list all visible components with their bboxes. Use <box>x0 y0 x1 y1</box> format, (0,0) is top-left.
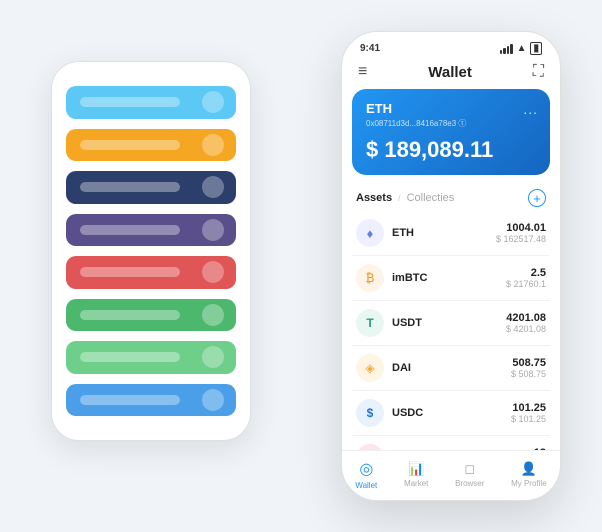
table-row[interactable]: ◈ DAI 508.75 $ 508.75 <box>352 346 550 391</box>
expand-icon[interactable]: ⛶ <box>533 63 544 81</box>
table-row[interactable]: T USDT 4201.08 $ 4201.08 <box>352 301 550 346</box>
card-label <box>80 395 180 405</box>
asset-name: ETH <box>392 227 496 239</box>
nav-label-profile: My Profile <box>511 479 547 488</box>
add-asset-button[interactable]: + <box>528 189 546 207</box>
card-icon <box>202 304 224 326</box>
asset-amount: 2.5 <box>506 267 546 279</box>
asset-usd: $ 101.25 <box>511 414 546 424</box>
nav-label-market: Market <box>404 479 428 488</box>
balance-address: 0x08711d3d...8416a78e3 ⓣ <box>366 118 536 129</box>
nav-item-profile[interactable]: 👤 My Profile <box>511 461 547 488</box>
balance-token: ETH <box>366 101 536 116</box>
page-title: Wallet <box>428 64 472 81</box>
card-icon <box>202 219 224 241</box>
tabs-left: Assets / Collecties <box>356 192 454 204</box>
status-bar: 9:41 ▲ ▮ <box>342 32 560 59</box>
list-item[interactable] <box>66 384 236 417</box>
phone-header: ≡ Wallet ⛶ <box>342 59 560 89</box>
asset-values: 1004.01 $ 162517.48 <box>496 222 546 244</box>
list-item[interactable] <box>66 214 236 247</box>
wifi-icon: ▲ <box>517 43 527 54</box>
asset-usd: $ 162517.48 <box>496 234 546 244</box>
card-label <box>80 182 180 192</box>
list-item[interactable] <box>66 129 236 162</box>
asset-name: USDT <box>392 317 506 329</box>
usdt-icon: T <box>356 309 384 337</box>
asset-amount: 101.25 <box>511 402 546 414</box>
eth-icon: ♦ <box>356 219 384 247</box>
tab-collecties[interactable]: Collecties <box>407 192 455 204</box>
card-icon <box>202 176 224 198</box>
table-row[interactable]: $ USDC 101.25 $ 101.25 <box>352 391 550 436</box>
signal-icon <box>500 44 513 54</box>
card-label <box>80 140 180 150</box>
list-item[interactable] <box>66 171 236 204</box>
asset-amount: 508.75 <box>511 357 546 369</box>
imbtc-icon: ₿ <box>356 264 384 292</box>
card-label <box>80 352 180 362</box>
asset-name: USDC <box>392 407 511 419</box>
market-nav-icon: 📊 <box>408 461 424 477</box>
asset-values: 101.25 $ 101.25 <box>511 402 546 424</box>
asset-values: 4201.08 $ 4201.08 <box>506 312 546 334</box>
list-item[interactable] <box>66 299 236 332</box>
dai-icon: ◈ <box>356 354 384 382</box>
balance-card[interactable]: ... ETH 0x08711d3d...8416a78e3 ⓣ $ 189,0… <box>352 89 550 175</box>
card-icon <box>202 261 224 283</box>
nav-item-market[interactable]: 📊 Market <box>404 461 428 488</box>
card-label <box>80 225 180 235</box>
asset-values: 2.5 $ 21760.1 <box>506 267 546 289</box>
clock: 9:41 <box>360 43 380 54</box>
profile-nav-icon: 👤 <box>521 461 537 477</box>
main-phone: 9:41 ▲ ▮ ≡ Wallet ⛶ ... ETH 0x08711d3d.. <box>341 31 561 501</box>
tab-divider: / <box>398 193 401 203</box>
card-icon <box>202 389 224 411</box>
scene: 9:41 ▲ ▮ ≡ Wallet ⛶ ... ETH 0x08711d3d.. <box>21 21 581 511</box>
nav-item-wallet[interactable]: ◎ Wallet <box>355 459 377 490</box>
nav-item-browser[interactable]: ◻ Browser <box>455 461 484 488</box>
asset-name: imBTC <box>392 272 506 284</box>
card-label <box>80 310 180 320</box>
asset-amount: 4201.08 <box>506 312 546 324</box>
balance-card-menu[interactable]: ... <box>523 101 538 117</box>
list-item[interactable] <box>66 256 236 289</box>
table-row[interactable]: ♦ ETH 1004.01 $ 162517.48 <box>352 211 550 256</box>
card-icon <box>202 134 224 156</box>
tab-assets[interactable]: Assets <box>356 192 392 204</box>
back-phone <box>51 61 251 441</box>
nav-label-browser: Browser <box>455 479 484 488</box>
balance-amount: $ 189,089.11 <box>366 137 536 163</box>
card-icon <box>202 346 224 368</box>
status-icons: ▲ ▮ <box>500 42 542 55</box>
card-label <box>80 97 180 107</box>
menu-icon[interactable]: ≡ <box>358 63 367 81</box>
usdc-icon: $ <box>356 399 384 427</box>
assets-tabs: Assets / Collecties + <box>342 185 560 211</box>
asset-amount: 1004.01 <box>496 222 546 234</box>
table-row[interactable]: ₿ imBTC 2.5 $ 21760.1 <box>352 256 550 301</box>
asset-list: ♦ ETH 1004.01 $ 162517.48 ₿ imBTC 2.5 $ … <box>342 211 560 450</box>
asset-usd: $ 21760.1 <box>506 279 546 289</box>
list-item[interactable] <box>66 86 236 119</box>
nav-label-wallet: Wallet <box>355 481 377 490</box>
list-item[interactable] <box>66 341 236 374</box>
browser-nav-icon: ◻ <box>464 461 475 477</box>
asset-name: DAI <box>392 362 511 374</box>
asset-usd: $ 508.75 <box>511 369 546 379</box>
battery-icon: ▮ <box>530 42 542 55</box>
card-label <box>80 267 180 277</box>
table-row[interactable]: 🐦 TFT 13 0 <box>352 436 550 450</box>
asset-usd: $ 4201.08 <box>506 324 546 334</box>
asset-values: 508.75 $ 508.75 <box>511 357 546 379</box>
bottom-nav: ◎ Wallet 📊 Market ◻ Browser 👤 My Profile <box>342 450 560 500</box>
wallet-nav-icon: ◎ <box>359 459 373 479</box>
card-icon <box>202 91 224 113</box>
